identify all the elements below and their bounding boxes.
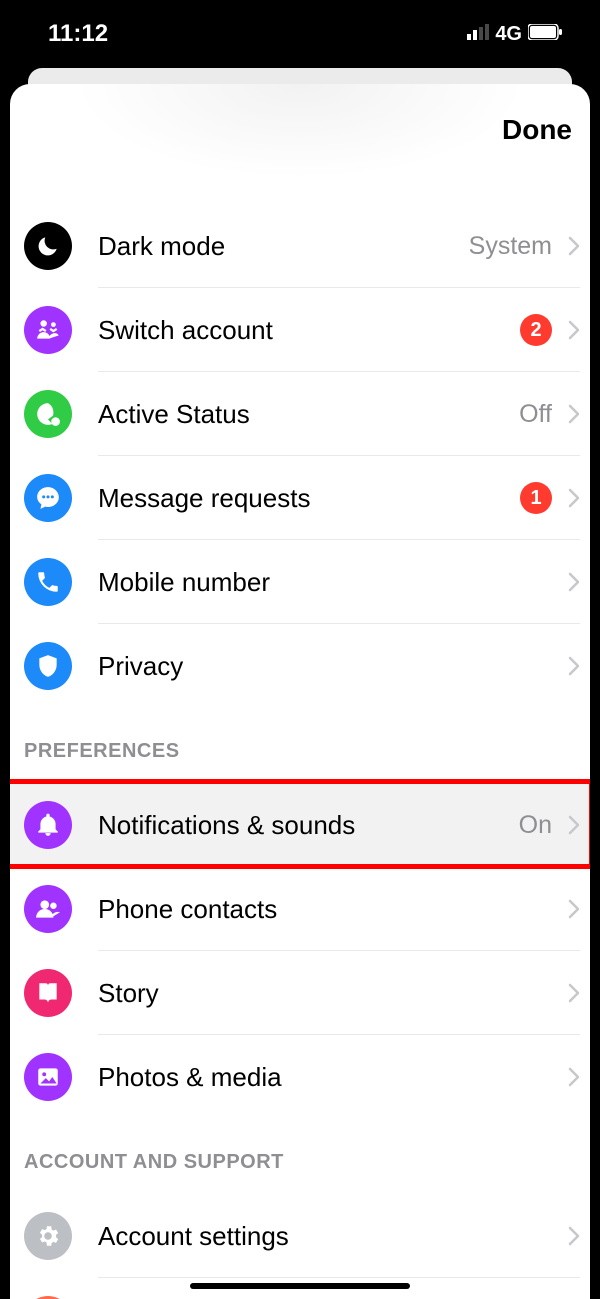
row-photos-media[interactable]: Photos & media <box>10 1035 590 1119</box>
chevron-right-icon <box>568 1067 580 1087</box>
book-icon <box>24 969 72 1017</box>
row-label: Photos & media <box>98 1062 568 1093</box>
chevron-right-icon <box>568 320 580 340</box>
chevron-right-icon <box>568 656 580 676</box>
gear-icon <box>24 1212 72 1260</box>
row-active-status[interactable]: Active StatusOff <box>10 372 590 456</box>
chevron-right-icon <box>568 899 580 919</box>
chevron-right-icon <box>568 815 580 835</box>
settings-sheet: Done Dark modeSystemSwitch account2Activ… <box>10 84 590 1299</box>
row-label: Mobile number <box>98 567 568 598</box>
battery-icon <box>528 23 562 46</box>
row-privacy[interactable]: Privacy <box>10 624 590 708</box>
badge: 2 <box>520 314 552 346</box>
row-notifications[interactable]: Notifications & soundsOn <box>10 783 590 867</box>
row-label: Phone contacts <box>98 894 568 925</box>
status-time: 11:12 <box>48 20 108 48</box>
row-value: On <box>519 811 552 840</box>
image-icon <box>24 1053 72 1101</box>
chevron-right-icon <box>568 488 580 508</box>
section-title-support: ACCOUNT AND SUPPORT <box>10 1119 590 1194</box>
home-indicator <box>190 1283 410 1289</box>
switch-icon <box>24 306 72 354</box>
people-icon <box>24 885 72 933</box>
chevron-right-icon <box>568 983 580 1003</box>
badge: 1 <box>520 482 552 514</box>
row-value: System <box>469 232 552 261</box>
row-mobile-number[interactable]: Mobile number <box>10 540 590 624</box>
row-label: Active Status <box>98 399 519 430</box>
active-icon <box>24 390 72 438</box>
status-bar: 11:12 4G <box>0 0 600 68</box>
status-indicators: 4G <box>467 23 562 46</box>
row-label: Account settings <box>98 1221 568 1252</box>
done-button[interactable]: Done <box>502 114 572 146</box>
shield-icon <box>24 642 72 690</box>
phone-icon <box>24 558 72 606</box>
row-story[interactable]: Story <box>10 951 590 1035</box>
chat-dots-icon <box>24 474 72 522</box>
row-label: Message requests <box>98 483 520 514</box>
row-label: Privacy <box>98 651 568 682</box>
network-label: 4G <box>495 23 522 46</box>
row-account-settings[interactable]: Account settings <box>10 1194 590 1278</box>
row-phone-contacts[interactable]: Phone contacts <box>10 867 590 951</box>
chevron-right-icon <box>568 236 580 256</box>
bell-icon <box>24 801 72 849</box>
section-title-preferences: PREFERENCES <box>10 708 590 783</box>
row-label: Story <box>98 978 568 1009</box>
signal-icon <box>467 23 489 46</box>
chevron-right-icon <box>568 1226 580 1246</box>
chevron-right-icon <box>568 572 580 592</box>
moon-icon <box>24 222 72 270</box>
sheet-header: Done <box>10 84 590 174</box>
row-switch-account[interactable]: Switch account2 <box>10 288 590 372</box>
chevron-right-icon <box>568 404 580 424</box>
row-value: Off <box>519 400 552 429</box>
row-label: Switch account <box>98 315 520 346</box>
row-label: Notifications & sounds <box>98 810 519 841</box>
row-label: Dark mode <box>98 231 469 262</box>
row-message-requests[interactable]: Message requests1 <box>10 456 590 540</box>
row-dark-mode[interactable]: Dark modeSystem <box>10 204 590 288</box>
